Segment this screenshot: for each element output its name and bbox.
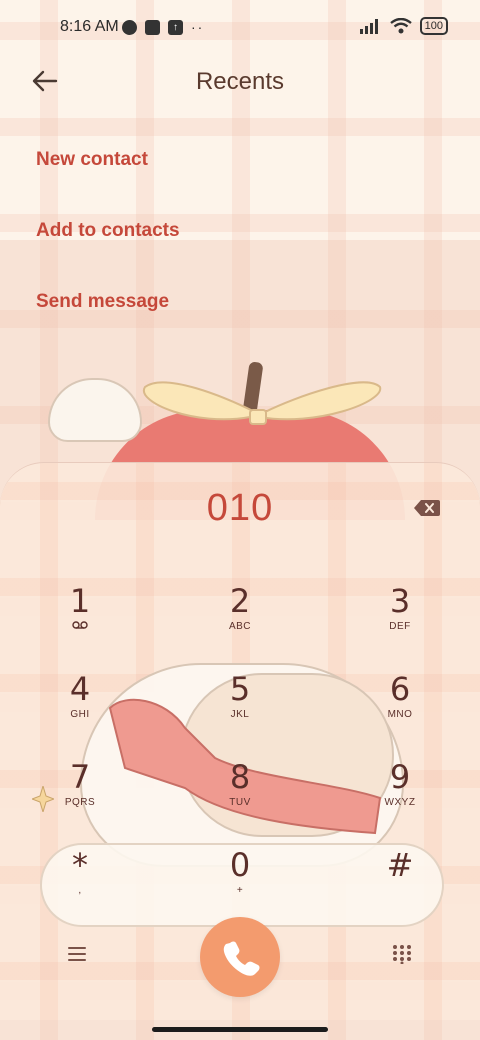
add-to-contacts-option[interactable]: Add to contacts xyxy=(36,220,180,242)
key-letters: PQRS xyxy=(64,797,96,808)
key-0[interactable]: 0 + xyxy=(180,847,300,927)
key-2[interactable]: 2 ABC xyxy=(180,583,300,663)
key-digit: * xyxy=(72,846,88,884)
signal-icon xyxy=(359,19,378,34)
new-contact-option[interactable]: New contact xyxy=(36,149,148,171)
battery-icon: 100 xyxy=(419,17,448,35)
key-digit: 1 xyxy=(69,582,91,620)
key-9[interactable]: 9 WXYZ xyxy=(340,759,460,839)
key-letters: GHI xyxy=(70,709,90,720)
key-letters: ABC xyxy=(228,621,252,632)
key-digit: 6 xyxy=(389,670,411,708)
key-letters: WXYZ xyxy=(384,797,416,808)
menu-icon[interactable] xyxy=(66,945,88,963)
wifi-icon xyxy=(389,18,412,34)
call-button[interactable] xyxy=(200,917,280,997)
key-letters: TUV xyxy=(229,797,251,808)
key-digit: 8 xyxy=(229,758,251,796)
key-letters: JKL xyxy=(230,709,250,720)
key-letters: MNO xyxy=(387,709,413,720)
key-1[interactable]: 1 xyxy=(20,583,140,663)
key-digit: 4 xyxy=(69,670,91,708)
key-3[interactable]: 3 DEF xyxy=(340,583,460,663)
key-4[interactable]: 4 GHI xyxy=(20,671,140,751)
key-digit: # xyxy=(386,846,414,884)
upload-icon: ↑ xyxy=(168,19,183,35)
phone-icon xyxy=(223,941,260,976)
backspace-icon[interactable] xyxy=(414,500,440,516)
voicemail-icon xyxy=(20,621,140,632)
key-digit: 3 xyxy=(389,582,411,620)
dialpad-icon[interactable] xyxy=(392,944,412,964)
status-time: 8:16 AM xyxy=(60,18,119,35)
key-digit: 5 xyxy=(229,670,251,708)
app-notification-icon-2 xyxy=(145,19,160,35)
system-icons: 100 xyxy=(359,17,448,35)
status-bar: 8:16 AM ↑ ·· 100 xyxy=(0,0,480,56)
home-indicator[interactable] xyxy=(152,1027,328,1032)
key-5[interactable]: 5 JKL xyxy=(180,671,300,751)
key-8[interactable]: 8 TUV xyxy=(180,759,300,839)
header: Recents xyxy=(0,56,480,108)
key-6[interactable]: 6 MNO xyxy=(340,671,460,751)
dialed-number: 010 xyxy=(206,487,274,529)
dialer-sheet: 010 1 2 ABC 3 DEF 4 GHI 5 JKL 6 MNO 7 PQ… xyxy=(0,462,480,1020)
key-digit: 9 xyxy=(389,758,411,796)
key-star[interactable]: * , xyxy=(20,847,140,927)
key-letters: + xyxy=(236,885,244,896)
more-notifications-icon: ·· xyxy=(191,19,205,35)
notification-icons: ↑ ·· xyxy=(122,19,204,35)
app-notification-icon xyxy=(122,19,137,35)
key-hash[interactable]: # xyxy=(340,847,460,927)
key-letters: DEF xyxy=(389,621,411,632)
key-letters: , xyxy=(78,885,82,896)
key-digit: 7 xyxy=(69,758,91,796)
page-title: Recents xyxy=(195,68,285,95)
key-digit: 2 xyxy=(229,582,251,620)
key-7[interactable]: 7 PQRS xyxy=(20,759,140,839)
ribbon-bow-illustration xyxy=(142,381,382,425)
key-digit: 0 xyxy=(229,846,251,884)
send-message-option[interactable]: Send message xyxy=(36,291,169,313)
